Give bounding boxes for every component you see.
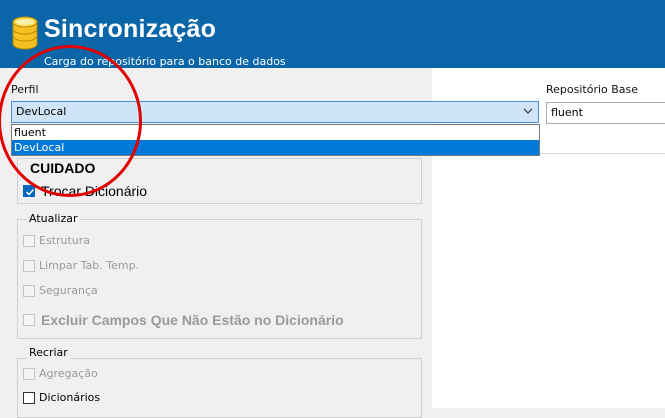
recriar-legend: Recriar	[27, 346, 70, 359]
limpar-tab-temp-label: Limpar Tab. Temp.	[39, 259, 140, 272]
checkmark-icon	[25, 188, 35, 196]
database-icon	[12, 16, 38, 50]
seguranca-label: Segurança	[39, 284, 98, 297]
atualizar-legend: Atualizar	[27, 212, 80, 225]
trocar-dicionario-checkbox[interactable]	[23, 185, 35, 197]
repo-base-value: fluent	[551, 106, 583, 119]
excluir-campos-label: Excluir Campos Que Não Estão no Dicionár…	[41, 312, 344, 328]
profile-select-value: DevLocal	[16, 105, 67, 118]
estrutura-label: Estrutura	[39, 234, 91, 247]
limpar-tab-temp-checkbox[interactable]	[23, 260, 35, 272]
profile-dropdown-list: fluent DevLocal	[11, 124, 540, 156]
dropdown-item-devlocal[interactable]: DevLocal	[12, 140, 539, 155]
page-title: Sincronização	[44, 15, 217, 43]
chevron-down-icon[interactable]	[523, 104, 533, 118]
repo-base-label: Repositório Base	[546, 83, 639, 96]
page-subtitle: Carga do repositório para o banco de dad…	[44, 55, 286, 68]
app-header: Sincronização Carga do repositório para …	[0, 0, 665, 68]
agregacao-checkbox[interactable]	[23, 368, 35, 380]
dicionarios-label: Dicionários	[39, 391, 101, 404]
repo-base-field[interactable]: fluent	[546, 102, 665, 124]
excluir-campos-checkbox[interactable]	[23, 314, 35, 326]
seguranca-checkbox[interactable]	[23, 285, 35, 297]
trocar-dicionario-label: Trocar Dicionário	[41, 183, 148, 199]
dicionarios-checkbox[interactable]	[23, 392, 35, 404]
cuidado-label: CUIDADO	[30, 160, 96, 176]
dropdown-item-fluent[interactable]: fluent	[12, 125, 539, 140]
estrutura-checkbox[interactable]	[23, 235, 35, 247]
profile-label: Perfil	[11, 83, 39, 96]
agregacao-label: Agregação	[39, 367, 98, 380]
profile-select[interactable]: DevLocal	[11, 101, 539, 123]
